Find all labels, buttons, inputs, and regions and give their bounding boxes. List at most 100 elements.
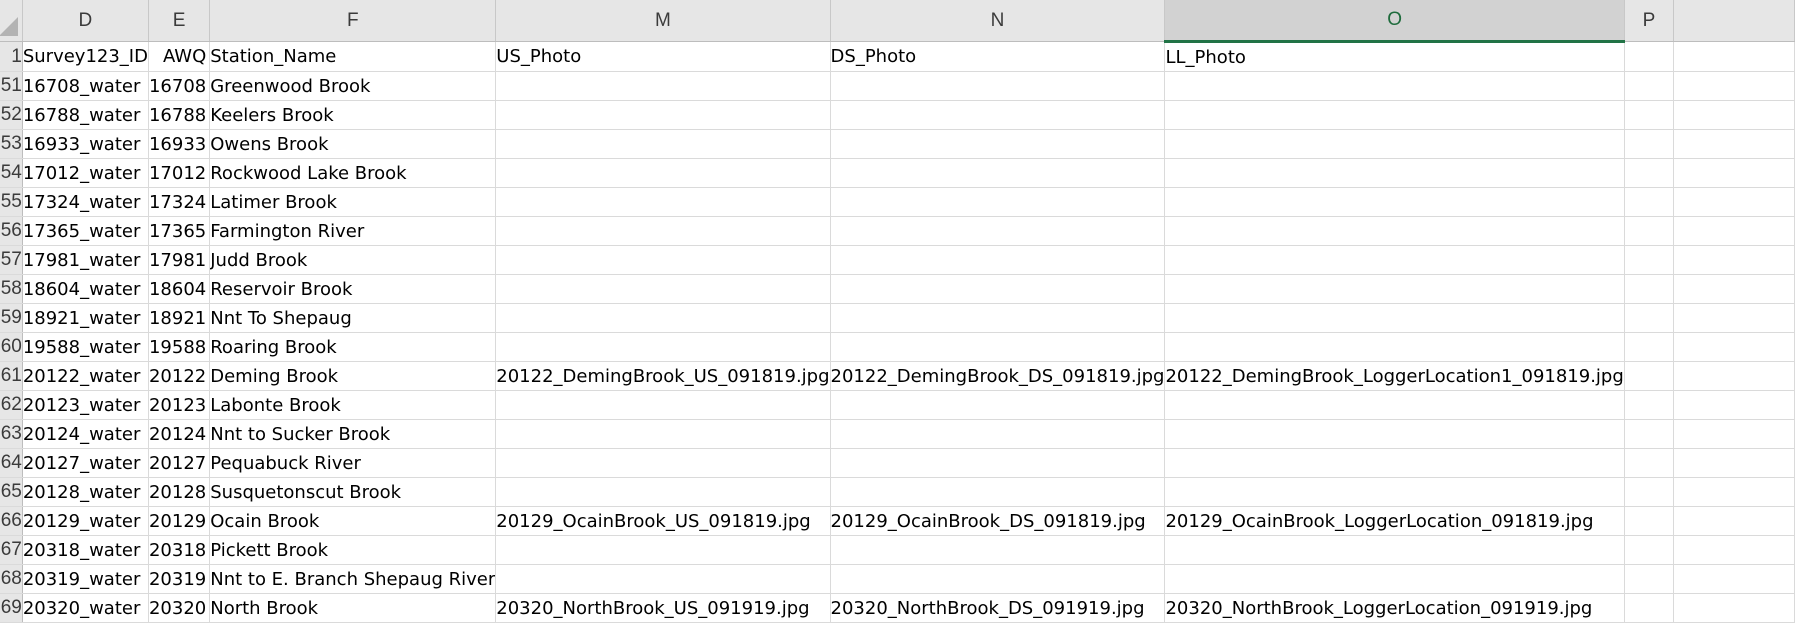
cell-o[interactable]: [1164, 71, 1625, 101]
cell-d[interactable]: 16933_water: [22, 129, 149, 159]
cell-n[interactable]: 20122_DemingBrook_DS_091819.jpg: [830, 361, 1166, 391]
cell-e[interactable]: 20320: [148, 593, 211, 623]
cell-e[interactable]: 16788: [148, 100, 211, 130]
cell-p[interactable]: [1624, 71, 1675, 101]
cell-e[interactable]: 20128: [148, 477, 211, 507]
cell-p[interactable]: [1624, 361, 1675, 391]
row-header[interactable]: 68: [0, 564, 23, 594]
row-header[interactable]: 69: [0, 593, 23, 623]
cell-m[interactable]: [495, 448, 831, 478]
cell-m[interactable]: [495, 129, 831, 159]
cell-d[interactable]: 17012_water: [22, 158, 149, 188]
cell-o[interactable]: [1164, 303, 1625, 333]
cell-f[interactable]: Nnt to E. Branch Shepaug River: [209, 564, 497, 594]
cell-n[interactable]: [830, 158, 1166, 188]
cell-p[interactable]: [1624, 564, 1675, 594]
cell-m[interactable]: [495, 71, 831, 101]
cell-e[interactable]: 20123: [148, 390, 211, 420]
cell-d[interactable]: 17981_water: [22, 245, 149, 275]
cell-n[interactable]: [830, 71, 1166, 101]
column-header-o[interactable]: O: [1164, 0, 1625, 43]
cell-e[interactable]: 17324: [148, 187, 211, 217]
cell-empty[interactable]: [1673, 216, 1795, 246]
cell-empty[interactable]: [1673, 100, 1795, 130]
cell-o[interactable]: [1164, 274, 1625, 304]
cell-e[interactable]: 17012: [148, 158, 211, 188]
cell-p[interactable]: [1624, 419, 1675, 449]
row-header[interactable]: 1: [0, 41, 23, 72]
cell-d[interactable]: 20122_water: [22, 361, 149, 391]
cell-e[interactable]: 17365: [148, 216, 211, 246]
cell-e[interactable]: 20129: [148, 506, 211, 536]
cell-o[interactable]: 20122_DemingBrook_LoggerLocation1_091819…: [1164, 361, 1625, 391]
cell-o[interactable]: [1164, 187, 1625, 217]
row-header[interactable]: 55: [0, 187, 23, 217]
cell-d[interactable]: 17324_water: [22, 187, 149, 217]
cell-o[interactable]: [1164, 448, 1625, 478]
cell-empty[interactable]: [1673, 477, 1795, 507]
cell-n[interactable]: [830, 187, 1166, 217]
cell-d[interactable]: 20319_water: [22, 564, 149, 594]
row-header[interactable]: 58: [0, 274, 23, 304]
cell-m[interactable]: [495, 303, 831, 333]
cell-d[interactable]: 20318_water: [22, 535, 149, 565]
cell-f[interactable]: Station_Name: [209, 41, 497, 72]
cell-f[interactable]: Farmington River: [209, 216, 497, 246]
cell-o[interactable]: [1164, 564, 1625, 594]
cell-f[interactable]: Latimer Brook: [209, 187, 497, 217]
cell-d[interactable]: 19588_water: [22, 332, 149, 362]
cell-e[interactable]: 19588: [148, 332, 211, 362]
cell-n[interactable]: [830, 129, 1166, 159]
cell-o[interactable]: [1164, 129, 1625, 159]
cell-f[interactable]: Pequabuck River: [209, 448, 497, 478]
row-header[interactable]: 52: [0, 100, 23, 130]
cell-e[interactable]: 20122: [148, 361, 211, 391]
cell-d[interactable]: Survey123_ID: [22, 41, 149, 72]
cell-d[interactable]: 16788_water: [22, 100, 149, 130]
cell-d[interactable]: 20124_water: [22, 419, 149, 449]
cell-f[interactable]: Roaring Brook: [209, 332, 497, 362]
cell-f[interactable]: Nnt To Shepaug: [209, 303, 497, 333]
cell-m[interactable]: 20129_OcainBrook_US_091819.jpg: [495, 506, 831, 536]
row-header[interactable]: 53: [0, 129, 23, 159]
cell-e[interactable]: AWQ: [148, 41, 211, 72]
cell-p[interactable]: [1624, 506, 1675, 536]
cell-e[interactable]: 20127: [148, 448, 211, 478]
cell-n[interactable]: [830, 332, 1166, 362]
cell-p[interactable]: [1624, 448, 1675, 478]
cell-d[interactable]: 20320_water: [22, 593, 149, 623]
cell-n[interactable]: [830, 535, 1166, 565]
row-header[interactable]: 51: [0, 71, 23, 101]
cell-n[interactable]: 20320_NorthBrook_DS_091919.jpg: [830, 593, 1166, 623]
cell-m[interactable]: [495, 216, 831, 246]
column-header-p[interactable]: P: [1624, 0, 1675, 42]
cell-d[interactable]: 18921_water: [22, 303, 149, 333]
cell-f[interactable]: Pickett Brook: [209, 535, 497, 565]
cell-f[interactable]: Judd Brook: [209, 245, 497, 275]
cell-empty[interactable]: [1673, 129, 1795, 159]
cell-e[interactable]: 17981: [148, 245, 211, 275]
row-header[interactable]: 64: [0, 448, 23, 478]
cell-empty[interactable]: [1673, 564, 1795, 594]
row-header[interactable]: 57: [0, 245, 23, 275]
cell-empty[interactable]: [1673, 506, 1795, 536]
cell-d[interactable]: 20129_water: [22, 506, 149, 536]
cell-o[interactable]: [1164, 535, 1625, 565]
cell-e[interactable]: 16708: [148, 71, 211, 101]
cell-empty[interactable]: [1673, 535, 1795, 565]
cell-n[interactable]: [830, 448, 1166, 478]
cell-o[interactable]: [1164, 332, 1625, 362]
cell-f[interactable]: Greenwood Brook: [209, 71, 497, 101]
cell-e[interactable]: 16933: [148, 129, 211, 159]
cell-e[interactable]: 20124: [148, 419, 211, 449]
column-header-e[interactable]: E: [148, 0, 211, 42]
cell-p[interactable]: [1624, 100, 1675, 130]
select-all-corner[interactable]: [0, 0, 23, 42]
cell-d[interactable]: 16708_water: [22, 71, 149, 101]
cell-n[interactable]: DS_Photo: [830, 41, 1166, 72]
cell-empty[interactable]: [1673, 158, 1795, 188]
cell-o[interactable]: [1164, 419, 1625, 449]
cell-n[interactable]: [830, 477, 1166, 507]
cell-empty[interactable]: [1673, 41, 1795, 72]
cell-n[interactable]: [830, 419, 1166, 449]
